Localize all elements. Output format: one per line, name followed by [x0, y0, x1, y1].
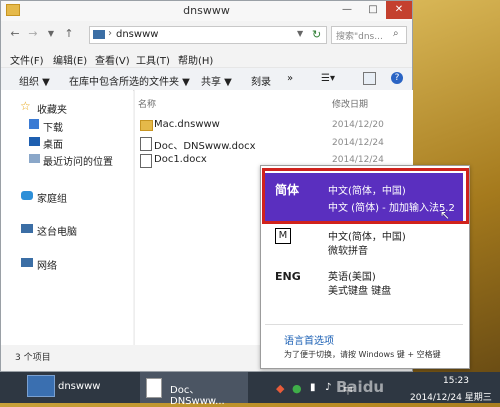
file-name: Mac.dnswww [154, 119, 220, 130]
word-document-icon [146, 378, 162, 398]
mouse-cursor-icon: ↖ [440, 208, 451, 222]
language-preferences-link[interactable]: 语言首选项 [284, 332, 334, 347]
highlight-frame [262, 168, 469, 224]
file-date: 2014/12/24 [332, 138, 384, 148]
nav-network[interactable]: 网络 [37, 257, 57, 272]
language-code: ENG [275, 270, 301, 283]
language-name: 中文(简体，中国) [328, 232, 406, 243]
minimize-button[interactable]: — [334, 1, 360, 19]
close-button[interactable]: ✕ [386, 1, 412, 19]
nav-downloads[interactable]: 下载 [43, 119, 63, 134]
clock-time[interactable]: 15:23 [443, 376, 469, 386]
nav-this-pc[interactable]: 这台电脑 [37, 223, 77, 238]
refresh-icon[interactable]: ↻ [312, 28, 321, 41]
computer-icon [21, 224, 33, 233]
nav-homegroup[interactable]: 家庭组 [37, 190, 67, 205]
preview-pane-icon[interactable] [363, 72, 376, 85]
search-icon[interactable]: ⌕ [393, 28, 399, 39]
title-bar[interactable]: dnswww — □ ✕ [1, 1, 412, 21]
menu-file[interactable]: 文件(F) [10, 52, 44, 67]
language-item[interactable]: M 中文(简体，中国) 微软拼音 [265, 226, 463, 261]
language-item[interactable]: ENG 英语(美国) 美式键盘 键盘 [265, 266, 463, 301]
breadcrumb[interactable]: dnswww [116, 29, 158, 40]
divider [265, 324, 463, 325]
network-icon [21, 258, 33, 267]
star-icon: ☆ [20, 99, 31, 113]
search-input[interactable]: 搜索"dns... ⌕ [331, 26, 407, 44]
security-tray-icon[interactable]: ● [292, 382, 302, 395]
file-name: Doc、DNSwww.docx [154, 141, 256, 152]
menu-edit[interactable]: 编辑(E) [53, 52, 87, 67]
file-date: 2014/12/20 [332, 120, 384, 130]
nav-favorites[interactable]: 收藏夹 [37, 101, 67, 116]
folder-icon [140, 120, 153, 131]
language-code: M [275, 228, 291, 244]
menu-help[interactable]: 帮助(H) [178, 52, 213, 67]
address-bar[interactable]: › dnswww ▼ ↻ [89, 26, 327, 44]
desktop-icon [29, 137, 40, 146]
address-row: ← → ▼ ↑ › dnswww ▼ ↻ 搜索"dns... ⌕ [1, 23, 412, 47]
task-explorer-label[interactable]: dnswww [58, 381, 100, 392]
view-options-icon[interactable]: ☰▾ [321, 73, 335, 84]
burn-button[interactable]: 刻录 [251, 73, 271, 88]
column-header-name[interactable]: 名称 [138, 97, 156, 110]
list-item[interactable]: Doc、DNSwww.docx 2014/12/24 [136, 136, 406, 152]
menu-bar: 文件(F) 编辑(E) 查看(V) 工具(T) 帮助(H) [1, 49, 412, 67]
search-placeholder: 搜索"dns... [336, 32, 383, 42]
input-method-name: 微软拼音 [328, 246, 368, 257]
menu-tools[interactable]: 工具(T) [136, 52, 170, 67]
share-button[interactable]: 共享 ▼ [201, 73, 232, 88]
explorer-task-thumbnail[interactable] [27, 375, 55, 397]
include-in-library-button[interactable]: 在库中包含所选的文件夹 ▼ [69, 73, 190, 88]
recent-places-icon [29, 154, 40, 163]
help-icon[interactable]: ? [391, 72, 403, 84]
nav-recent[interactable]: 最近访问的位置 [43, 153, 113, 168]
computer-icon [93, 30, 105, 39]
input-method-tray-icon[interactable]: ◆ [276, 382, 284, 395]
file-date: 2014/12/24 [332, 155, 384, 165]
breadcrumb-separator-icon: › [108, 28, 112, 39]
organize-button[interactable]: 组织 ▼ [19, 73, 50, 88]
homegroup-icon [21, 191, 33, 200]
maximize-button[interactable]: □ [360, 1, 386, 19]
menu-view[interactable]: 查看(V) [95, 52, 130, 67]
item-count: 3 个项目 [15, 353, 51, 363]
nav-desktop[interactable]: 桌面 [43, 136, 63, 151]
task-word-button[interactable]: Doc、DNSwww... [140, 372, 248, 407]
address-dropdown-icon[interactable]: ▼ [297, 29, 303, 38]
language-name: 英语(美国) [328, 272, 376, 283]
navigation-pane: ☆ 收藏夹 下载 桌面 最近访问的位置 家庭组 这台电脑 网络 [1, 90, 133, 345]
word-document-icon [140, 154, 152, 168]
volume-tray-icon[interactable]: ♪ [325, 382, 331, 393]
download-icon [29, 119, 39, 129]
switch-hint: 为了便于切换，请按 Windows 键 + 空格键 [284, 350, 441, 359]
command-bar: 组织 ▼ 在库中包含所选的文件夹 ▼ 共享 ▼ 刻录 » ☰▾ ? [1, 67, 412, 91]
forward-icon[interactable]: → [25, 26, 41, 42]
word-document-icon [140, 137, 152, 151]
watermark-logo: Baidu [336, 378, 385, 396]
chevron-down-icon[interactable]: ▼ [43, 26, 59, 42]
file-name: Doc1.docx [154, 154, 207, 165]
column-header-date[interactable]: 修改日期 [332, 97, 368, 110]
task-word-label: Doc、DNSwww... [170, 385, 225, 407]
clock-date[interactable]: 2014/12/24 星期三 [410, 390, 492, 403]
back-icon[interactable]: ← [7, 26, 23, 42]
network-tray-icon[interactable]: ▮ [310, 382, 316, 393]
more-commands-button[interactable]: » [287, 73, 293, 84]
up-icon[interactable]: ↑ [61, 26, 77, 42]
list-item[interactable]: Mac.dnswww 2014/12/20 [136, 118, 406, 134]
input-method-name: 美式键盘 键盘 [328, 286, 392, 297]
